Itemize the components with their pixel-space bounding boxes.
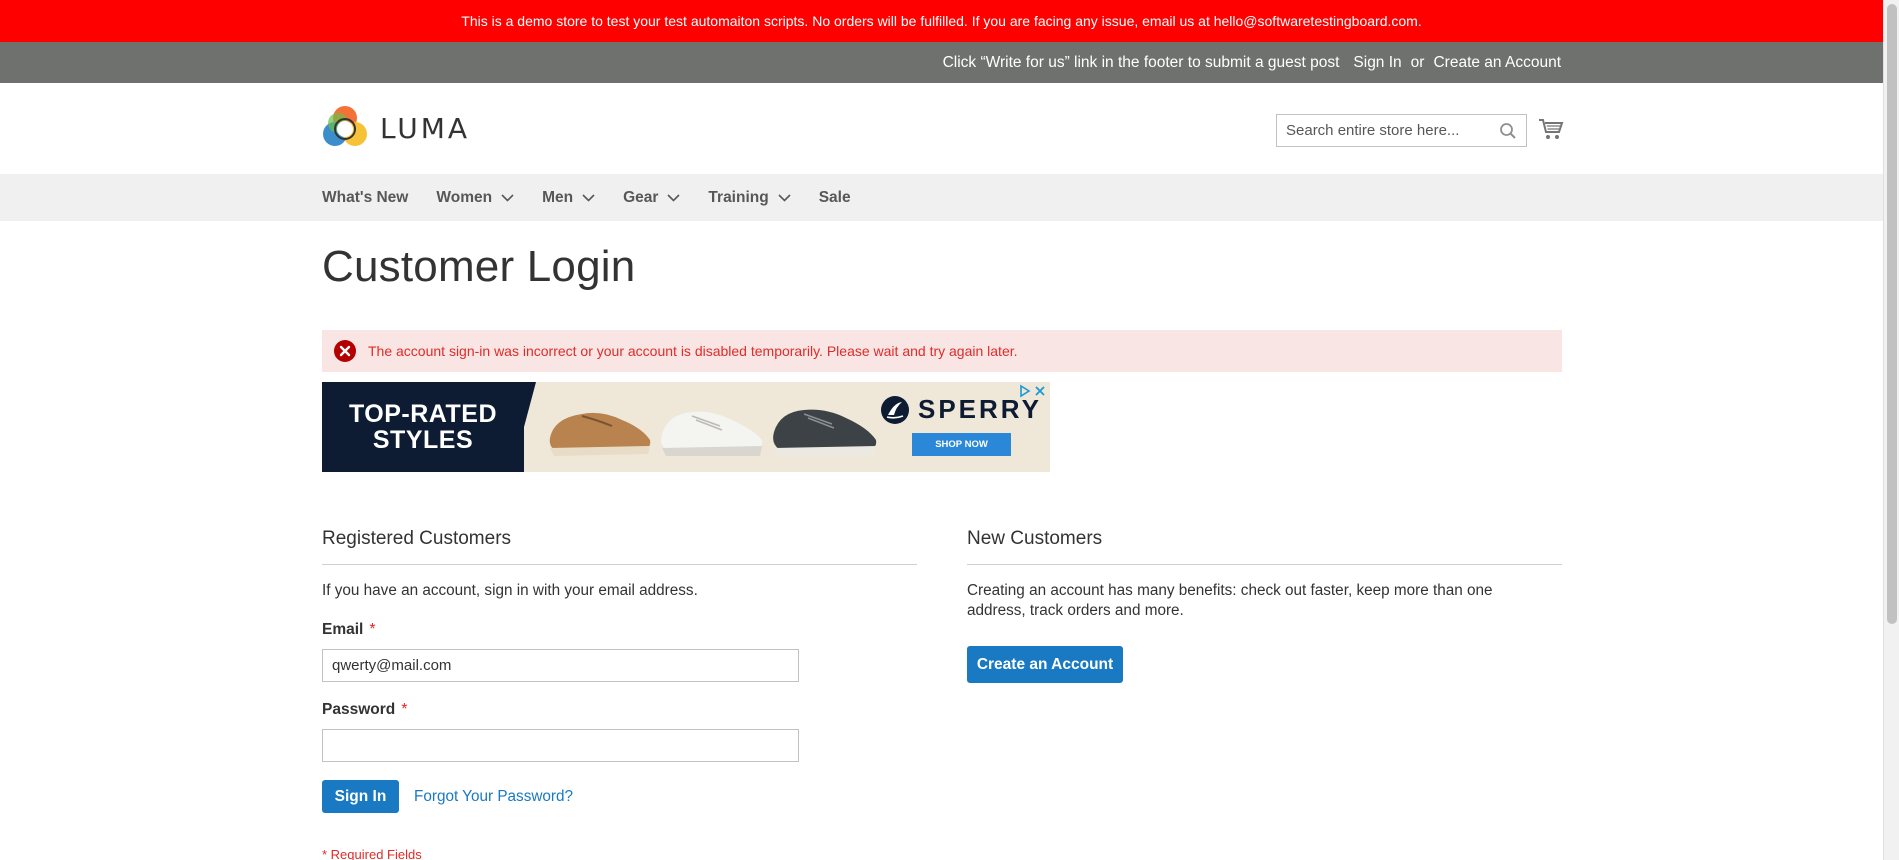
close-icon[interactable] bbox=[1033, 384, 1047, 398]
guest-post-promo: Click “Write for us” link in the footer … bbox=[942, 53, 1340, 71]
nav-item-label: Training bbox=[708, 188, 769, 206]
main-nav: What's New Women Men Gear Training Sale bbox=[0, 174, 1883, 221]
logo-text: LUMA bbox=[380, 111, 471, 145]
nav-item-gear[interactable]: Gear bbox=[623, 189, 680, 207]
error-message: The account sign-in was incorrect or you… bbox=[322, 330, 1562, 372]
nav-item-label: Men bbox=[542, 188, 574, 206]
chevron-down-icon bbox=[667, 193, 680, 202]
ad-choices-icon[interactable] bbox=[1018, 384, 1032, 398]
ad-shop-now-button[interactable]: SHOP NOW bbox=[912, 433, 1011, 456]
create-account-link[interactable]: Create an Account bbox=[1433, 54, 1561, 72]
cart-icon[interactable] bbox=[1538, 117, 1564, 141]
email-label-text: Email bbox=[322, 621, 364, 638]
scrollbar-thumb[interactable] bbox=[1887, 4, 1897, 624]
required-asterisk: * bbox=[369, 621, 376, 638]
ad-divider bbox=[512, 382, 536, 472]
luma-logo-icon bbox=[323, 106, 367, 146]
demo-notice-bar: This is a demo store to test your test a… bbox=[0, 0, 1883, 42]
error-icon bbox=[334, 340, 356, 362]
password-field[interactable] bbox=[322, 729, 799, 762]
nav-item-sale[interactable]: Sale bbox=[819, 189, 851, 207]
email-label: Email * bbox=[322, 621, 376, 639]
sign-in-link[interactable]: Sign In bbox=[1353, 54, 1401, 72]
nav-item-whats-new[interactable]: What's New bbox=[322, 189, 408, 207]
password-label: Password * bbox=[322, 701, 407, 719]
search-icon[interactable] bbox=[1499, 122, 1517, 140]
demo-notice-text: This is a demo store to test your test a… bbox=[461, 13, 1422, 29]
registered-intro: If you have an account, sign in with you… bbox=[322, 582, 698, 599]
nav-item-label: Sale bbox=[818, 188, 851, 206]
ad-headline: TOP-RATED STYLES bbox=[322, 382, 524, 472]
email-field[interactable] bbox=[322, 649, 799, 682]
nav-item-label: Gear bbox=[623, 188, 659, 206]
nav-item-label: What's New bbox=[322, 188, 409, 206]
create-account-button[interactable]: Create an Account bbox=[967, 646, 1123, 683]
page-title: Customer Login bbox=[322, 242, 636, 291]
top-panel: Click “Write for us” link in the footer … bbox=[0, 42, 1883, 83]
or-separator: or bbox=[1410, 53, 1425, 71]
ad-brand-text: SPERRY bbox=[918, 394, 1042, 424]
ad-brand: SPERRY bbox=[880, 394, 1042, 425]
registered-customers-title: Registered Customers bbox=[322, 528, 512, 549]
new-customers-text: Creating an account has many benefits: c… bbox=[967, 582, 1493, 619]
scrollbar[interactable] bbox=[1883, 0, 1899, 860]
nav-item-training[interactable]: Training bbox=[708, 188, 791, 207]
panel-links: Click “Write for us” link in the footer … bbox=[943, 42, 1561, 83]
search-input[interactable] bbox=[1277, 115, 1526, 146]
shoes-image bbox=[549, 409, 877, 456]
nav-item-women[interactable]: Women bbox=[436, 189, 514, 207]
nav-list: What's New Women Men Gear Training Sale bbox=[322, 174, 879, 221]
chevron-down-icon bbox=[778, 193, 791, 202]
nav-item-label: Women bbox=[436, 188, 493, 206]
error-text: The account sign-in was incorrect or you… bbox=[368, 343, 1018, 359]
ad-headline-line-1: TOP-RATED bbox=[348, 400, 498, 428]
search-box bbox=[1276, 114, 1527, 147]
section-divider bbox=[967, 564, 1562, 565]
new-customers-title: New Customers bbox=[967, 528, 1103, 549]
password-label-text: Password bbox=[322, 701, 396, 718]
sign-in-button[interactable]: Sign In bbox=[322, 780, 399, 813]
section-divider bbox=[322, 564, 917, 565]
forgot-password-link[interactable]: Forgot Your Password? bbox=[414, 788, 573, 806]
site-header: LUMA bbox=[0, 83, 1883, 174]
sperry-logo-icon bbox=[881, 395, 909, 424]
logo[interactable]: LUMA bbox=[322, 105, 470, 151]
chevron-down-icon bbox=[501, 193, 514, 202]
ad-banner[interactable]: TOP-RATED STYLES SPERRY SHOP NOW bbox=[322, 382, 1050, 472]
required-asterisk: * bbox=[401, 701, 408, 718]
chevron-down-icon bbox=[582, 193, 595, 202]
ad-headline-line-2: STYLES bbox=[372, 426, 474, 454]
required-fields-note: * Required Fields bbox=[322, 847, 422, 860]
nav-item-men[interactable]: Men bbox=[542, 189, 595, 207]
